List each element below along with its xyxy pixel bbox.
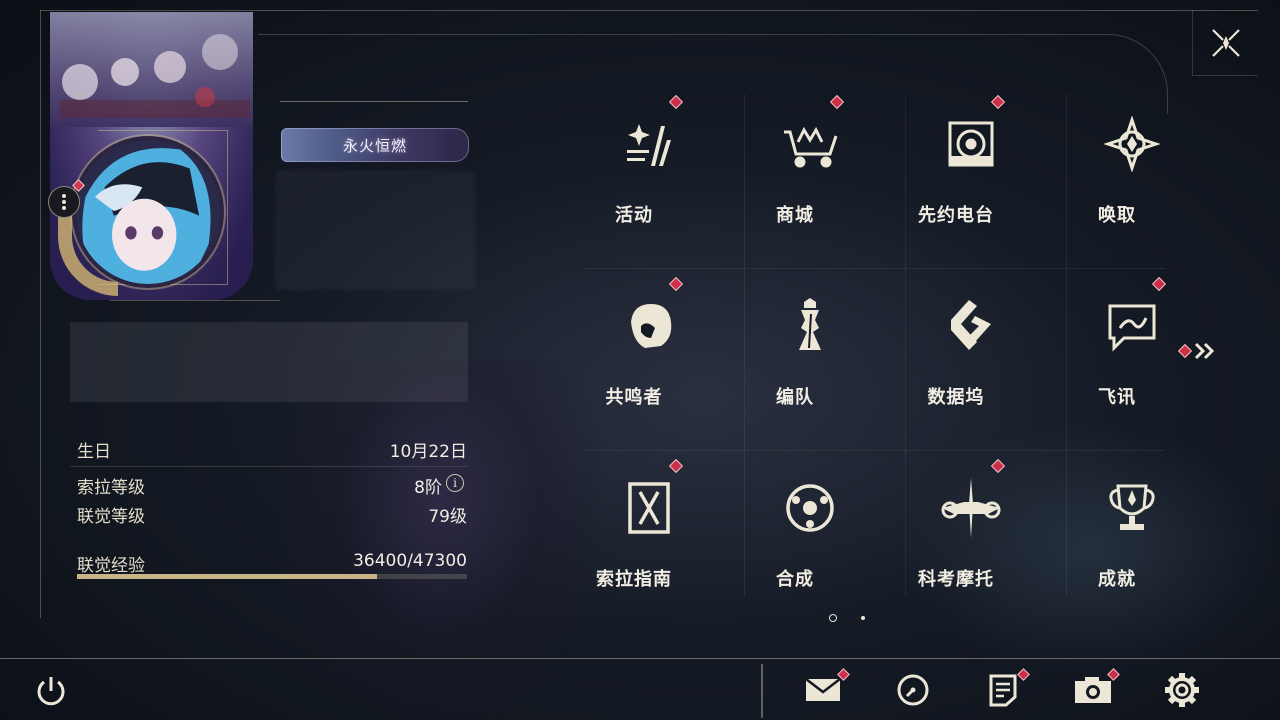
more-options-button[interactable] [48, 186, 80, 218]
menu-item-resonators[interactable]: 共鸣者 [583, 276, 745, 427]
frame-top-line [40, 10, 1258, 11]
menu-item-label: 合成 [776, 569, 814, 590]
bottom-bar-separator [761, 664, 763, 718]
menu-item-shop[interactable]: 商城 [744, 94, 906, 245]
notification-badge [668, 94, 684, 110]
notification-badge [1151, 276, 1167, 292]
menu-item-label: 飞讯 [1098, 387, 1136, 408]
close-button[interactable] [1192, 10, 1258, 76]
menu-item-label: 索拉指南 [596, 569, 672, 590]
menu-item-guide[interactable]: 索拉指南 [583, 458, 745, 609]
resonator-icon [614, 291, 684, 361]
exp-progress-bar [77, 574, 467, 579]
menu-item-label: 共鸣者 [605, 387, 663, 408]
clock-icon [897, 674, 929, 706]
menu-item-label: 编队 [776, 387, 814, 408]
menu-item-label: 成就 [1098, 569, 1136, 590]
exp-progress-fill [77, 574, 378, 579]
union-level-value: 79级 [428, 507, 467, 527]
grid-line [585, 450, 1165, 451]
union-exp-label: 联觉经验 [77, 556, 145, 576]
menu-item-label: 商城 [776, 205, 814, 226]
grid-line [905, 95, 906, 595]
achievement-icon [1097, 473, 1167, 543]
menu-item-label: 先约电台 [918, 205, 994, 226]
notification-badge [990, 94, 1006, 110]
sol-level-label: 索拉等级 [77, 478, 145, 498]
menu-item-events[interactable]: 活动 [583, 94, 745, 245]
birthday-label: 生日 [77, 442, 111, 462]
menu-item-label: 数据坞 [927, 387, 985, 408]
shop-icon [775, 109, 845, 179]
grid-line [744, 95, 745, 595]
menu-grid: 活动 商城 先约电台 唤取 共鸣者 编队 数据坞 飞讯 索拉指南 合成 科考摩托… [583, 94, 1167, 640]
radio-icon [936, 109, 1006, 179]
menu-item-label: 活动 [615, 205, 653, 226]
clock-button[interactable] [891, 668, 935, 712]
union-level-label: 联觉等级 [77, 507, 145, 527]
menu-item-label: 唤取 [1098, 205, 1136, 226]
power-icon [37, 677, 65, 706]
background-character-blur [280, 360, 600, 720]
event-icon [614, 109, 684, 179]
bottom-bar-divider [0, 658, 1280, 659]
menu-item-label: 科考摩托 [918, 569, 994, 590]
menu-item-motorcycle[interactable]: 科考摩托 [905, 458, 1067, 609]
name-divider [280, 101, 468, 102]
next-page-button[interactable] [1177, 338, 1220, 364]
player-name-blurred [275, 170, 475, 290]
menu-item-convene[interactable]: 唤取 [1066, 95, 1228, 245]
signature-blurred[interactable] [70, 322, 468, 402]
page-indicator[interactable] [861, 616, 865, 620]
avatar[interactable] [72, 136, 224, 288]
page-indicator-active[interactable] [829, 614, 837, 622]
close-icon [1211, 28, 1240, 57]
grid-line [585, 268, 1165, 269]
mail-icon [805, 678, 841, 701]
sol-level-value: 8阶 [414, 478, 442, 498]
camera-icon [1075, 677, 1111, 703]
card-divider [110, 300, 280, 301]
notice-icon [989, 674, 1017, 707]
settings-icon [1165, 673, 1199, 707]
birthday-value: 10月22日 [389, 442, 467, 462]
messages-icon [1097, 291, 1167, 361]
notification-badge [829, 94, 845, 110]
notification-badge [668, 458, 684, 474]
double-chevron-right-icon [1194, 342, 1215, 360]
info-icon[interactable]: i [446, 474, 464, 492]
title-badge-label: 永火恒燃 [342, 136, 407, 155]
notification-badge [1177, 343, 1193, 359]
guide-icon [614, 473, 684, 543]
menu-item-synthesis[interactable]: 合成 [744, 459, 906, 609]
title-badge[interactable]: 永火恒燃 [281, 128, 469, 162]
convene-icon [1097, 109, 1167, 179]
more-icon [62, 194, 66, 210]
stat-divider [70, 466, 468, 467]
menu-item-data-bank[interactable]: 数据坞 [905, 277, 1067, 427]
grid-line [1066, 95, 1067, 595]
motorcycle-icon [936, 473, 1006, 543]
menu-item-radio[interactable]: 先约电台 [905, 94, 1067, 245]
synthesis-icon [775, 473, 845, 543]
team-icon [775, 291, 845, 361]
settings-button[interactable] [1160, 668, 1204, 712]
menu-item-team[interactable]: 编队 [744, 277, 906, 427]
notification-badge [990, 458, 1006, 474]
union-exp-value: 36400/47300 [353, 551, 467, 571]
data-bank-icon [936, 291, 1006, 361]
frame-left-line [40, 10, 41, 618]
notification-badge [668, 276, 684, 292]
menu-item-achievements[interactable]: 成就 [1066, 459, 1228, 609]
power-button[interactable] [30, 670, 72, 712]
